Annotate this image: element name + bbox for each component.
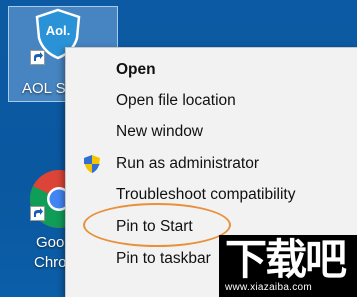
menu-item-open-file-location[interactable]: Open file location (66, 85, 357, 116)
menu-item-run-as-administrator[interactable]: Run as administrator (66, 148, 357, 179)
watermark: 下载吧 www.xiazaiba.com (219, 235, 357, 297)
uac-shield-icon (84, 155, 100, 173)
menu-item-new-window[interactable]: New window (66, 116, 357, 147)
menu-item-troubleshoot-compatibility[interactable]: Troubleshoot compatibility (66, 179, 357, 210)
menu-item-run-as-administrator-label: Run as administrator (116, 155, 260, 172)
desktop: Aol. AOL S Goo Chro Open Open file locat… (0, 0, 357, 297)
shortcut-arrow-icon (30, 50, 45, 65)
watermark-url: www.xiazaiba.com (225, 282, 313, 293)
chrome-shortcut-label-line2[interactable]: Chro (34, 254, 67, 272)
aol-logo-text: Aol. (46, 23, 71, 38)
menu-item-open[interactable]: Open (66, 54, 357, 85)
chrome-shortcut-label-line1[interactable]: Goo (36, 234, 64, 252)
shortcut-arrow-icon (30, 206, 45, 221)
watermark-logo: 下载吧 (225, 235, 347, 284)
aol-shortcut-label[interactable]: AOL S (22, 80, 66, 98)
